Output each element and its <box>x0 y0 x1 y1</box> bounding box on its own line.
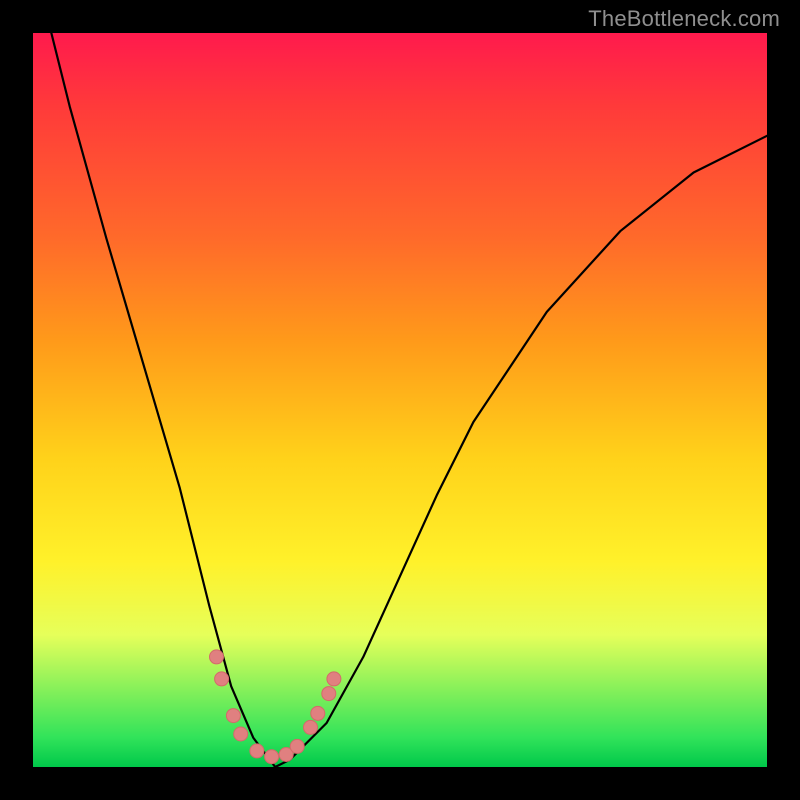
bottleneck-curve-svg <box>33 33 767 767</box>
data-bead <box>210 650 224 664</box>
data-bead <box>215 672 229 686</box>
bottleneck-curve-path <box>33 33 767 767</box>
plot-area <box>33 33 767 767</box>
data-bead <box>322 687 336 701</box>
watermark-text: TheBottleneck.com <box>588 6 780 32</box>
chart-frame: TheBottleneck.com <box>0 0 800 800</box>
data-bead <box>250 744 264 758</box>
data-bead <box>226 709 240 723</box>
data-bead <box>290 739 304 753</box>
data-beads <box>210 650 341 764</box>
data-bead <box>265 750 279 764</box>
data-bead <box>234 727 248 741</box>
data-bead <box>327 672 341 686</box>
data-bead <box>304 720 318 734</box>
data-bead <box>311 706 325 720</box>
